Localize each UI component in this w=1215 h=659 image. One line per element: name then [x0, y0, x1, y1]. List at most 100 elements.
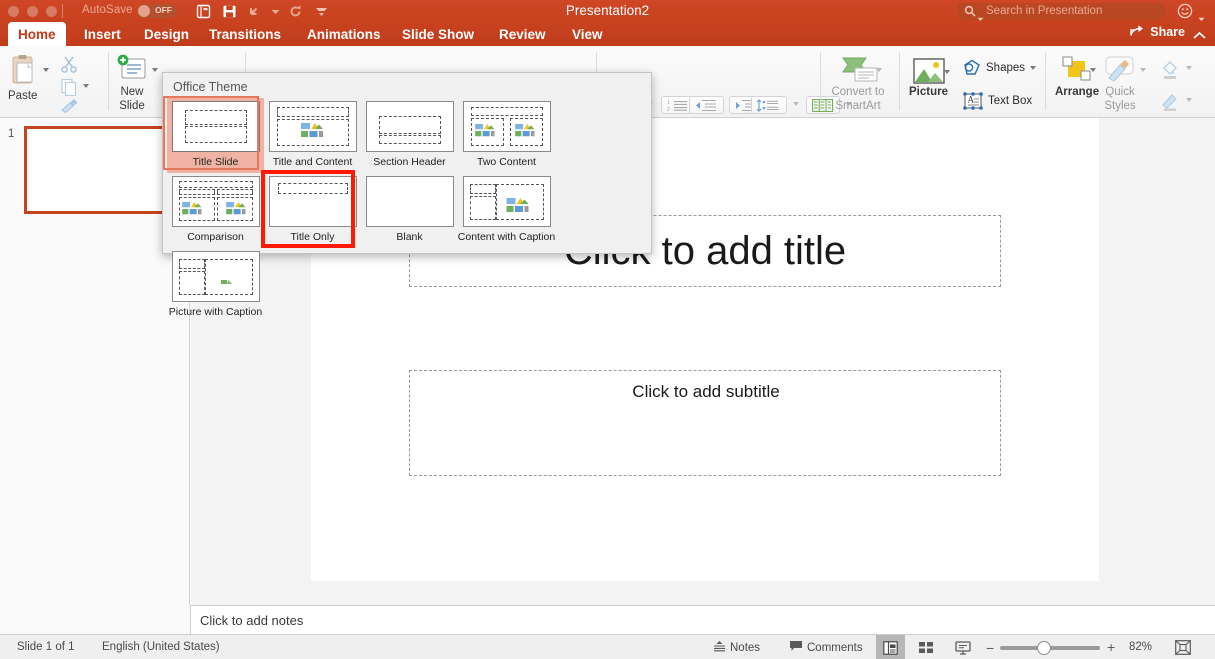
layout-thumb: [463, 176, 551, 227]
cut-button[interactable]: [60, 56, 78, 74]
notes-icon: [713, 640, 726, 655]
layout-option-title-and-content[interactable]: Title and Content: [264, 98, 361, 173]
title-bar: AutoSave OFF Presentati: [0, 0, 1215, 22]
powerpoint-window: AutoSave OFF Presentati: [0, 0, 1215, 659]
zoom-in-button[interactable]: +: [1107, 639, 1115, 655]
convert-smartart-label-line1: Convert to: [831, 86, 884, 98]
convert-smartart-caret-icon[interactable]: [876, 68, 882, 72]
layout-option-label: Blank: [396, 231, 422, 243]
language-label: English (United States): [102, 641, 220, 653]
new-slide-label-line2: Slide: [119, 100, 145, 112]
picture-caret-icon[interactable]: [944, 70, 950, 74]
tab-review[interactable]: Review: [489, 22, 556, 46]
convert-to-smartart-button[interactable]: Convert to SmartArt: [828, 56, 888, 112]
shapes-button[interactable]: Shapes: [962, 59, 1036, 77]
fit-to-window-button[interactable]: [1175, 640, 1191, 659]
layout-thumb: [366, 176, 454, 227]
layout-thumb: [269, 101, 357, 152]
layout-option-title-slide[interactable]: Title Slide: [167, 98, 264, 173]
layout-option-blank[interactable]: Blank: [361, 173, 458, 248]
layout-option-label: Content with Caption: [458, 231, 555, 243]
layout-option-section-header[interactable]: Section Header: [361, 98, 458, 173]
layout-gallery-grid: Title Slide Title and Content Section He…: [167, 98, 651, 323]
slide-thumbnail-1[interactable]: [24, 126, 182, 214]
paste-button[interactable]: Paste: [8, 54, 37, 102]
quick-styles-label-line2: Styles: [1104, 100, 1135, 112]
shape-fill-caret-icon[interactable]: [1186, 66, 1192, 70]
picture-label: Picture: [909, 86, 948, 98]
smiley-account-icon[interactable]: [1177, 3, 1193, 24]
layout-option-label: Two Content: [477, 156, 536, 168]
layout-option-title-only[interactable]: Title Only: [264, 173, 361, 248]
ribbon-tab-strip: Home Insert Design Transitions Animation…: [0, 22, 1215, 46]
tab-design[interactable]: Design: [134, 22, 199, 46]
svg-text:A: A: [968, 95, 975, 105]
arrange-caret-icon[interactable]: [1090, 68, 1096, 72]
layout-thumb: [366, 101, 454, 152]
notes-placeholder-text: Click to add notes: [200, 613, 303, 628]
layout-option-two-content[interactable]: Two Content: [458, 98, 555, 173]
tab-view[interactable]: View: [562, 22, 613, 46]
text-box-button[interactable]: A Text Box: [962, 91, 1032, 111]
search-input[interactable]: Search in Presentation: [958, 3, 1165, 20]
zoom-percent-label[interactable]: 82%: [1129, 641, 1152, 653]
divider: [1045, 52, 1046, 110]
share-button[interactable]: Share: [1130, 24, 1185, 40]
comment-icon: [789, 640, 803, 655]
layout-option-label: Title Only: [291, 231, 335, 243]
copy-button[interactable]: [60, 78, 78, 96]
svg-text:1: 1: [667, 100, 670, 106]
tab-home[interactable]: Home: [8, 22, 66, 46]
comments-button[interactable]: Comments: [783, 635, 869, 659]
copy-dropdown-caret-icon[interactable]: [83, 84, 89, 88]
tab-slide-show[interactable]: Slide Show: [392, 22, 484, 46]
layout-option-label: Section Header: [373, 156, 445, 168]
pane-filler: [0, 605, 191, 634]
new-slide-dropdown-caret-icon[interactable]: [152, 68, 158, 72]
slideshow-view-button[interactable]: [948, 635, 977, 659]
layout-option-label: Picture with Caption: [169, 306, 262, 318]
layout-gallery-title: Office Theme: [173, 80, 248, 94]
arrange-button[interactable]: Arrange: [1055, 56, 1099, 98]
share-label: Share: [1150, 25, 1185, 39]
quick-styles-caret-icon[interactable]: [1140, 68, 1146, 72]
slide-sorter-view-button[interactable]: [912, 635, 941, 659]
decrease-indent-button[interactable]: [689, 96, 724, 114]
layout-thumb: [172, 176, 260, 227]
tab-transitions[interactable]: Transitions: [199, 22, 291, 46]
subtitle-placeholder[interactable]: Click to add subtitle: [409, 370, 1001, 476]
line-spacing-caret-icon[interactable]: [793, 102, 799, 106]
notes-label: Notes: [730, 642, 760, 654]
layout-thumb: [172, 251, 260, 302]
normal-view-button[interactable]: [876, 635, 905, 659]
zoom-slider[interactable]: [1000, 646, 1100, 650]
notes-pane[interactable]: Click to add notes: [191, 605, 1215, 634]
quick-styles-button[interactable]: Quick Styles: [1103, 56, 1137, 112]
search-placeholder: Search in Presentation: [986, 5, 1102, 17]
slide-count-label: Slide 1 of 1: [17, 641, 75, 653]
layout-gallery-popup[interactable]: Office Theme Title Slide Title and Conte…: [162, 72, 652, 254]
format-painter-button[interactable]: [60, 98, 80, 114]
layout-option-content-with-caption[interactable]: Content with Caption: [458, 173, 555, 248]
shape-outline-button[interactable]: [1160, 91, 1180, 111]
tab-animations[interactable]: Animations: [297, 22, 391, 46]
picture-button[interactable]: Picture: [909, 58, 948, 98]
chevron-up-icon[interactable]: [1193, 27, 1206, 45]
slide-thumbnail-number: 1: [8, 128, 14, 140]
layout-option-comparison[interactable]: Comparison: [167, 173, 264, 248]
line-spacing-button[interactable]: [751, 96, 787, 114]
tab-insert[interactable]: Insert: [74, 22, 131, 46]
paste-label: Paste: [8, 90, 37, 102]
paste-dropdown-caret-icon[interactable]: [43, 68, 49, 72]
svg-text:2: 2: [667, 107, 670, 112]
notes-toggle-button[interactable]: Notes: [707, 635, 766, 659]
new-slide-button[interactable]: New Slide: [115, 54, 149, 112]
zoom-out-button[interactable]: −: [986, 640, 994, 656]
layout-thumb: [269, 176, 357, 227]
shape-fill-button[interactable]: [1160, 59, 1180, 79]
zoom-slider-handle[interactable]: [1037, 641, 1051, 655]
shape-outline-caret-icon[interactable]: [1186, 98, 1192, 102]
layout-thumb: [463, 101, 551, 152]
shapes-caret-icon[interactable]: [1030, 66, 1036, 70]
layout-option-picture-with-caption[interactable]: Picture with Caption: [167, 248, 264, 323]
